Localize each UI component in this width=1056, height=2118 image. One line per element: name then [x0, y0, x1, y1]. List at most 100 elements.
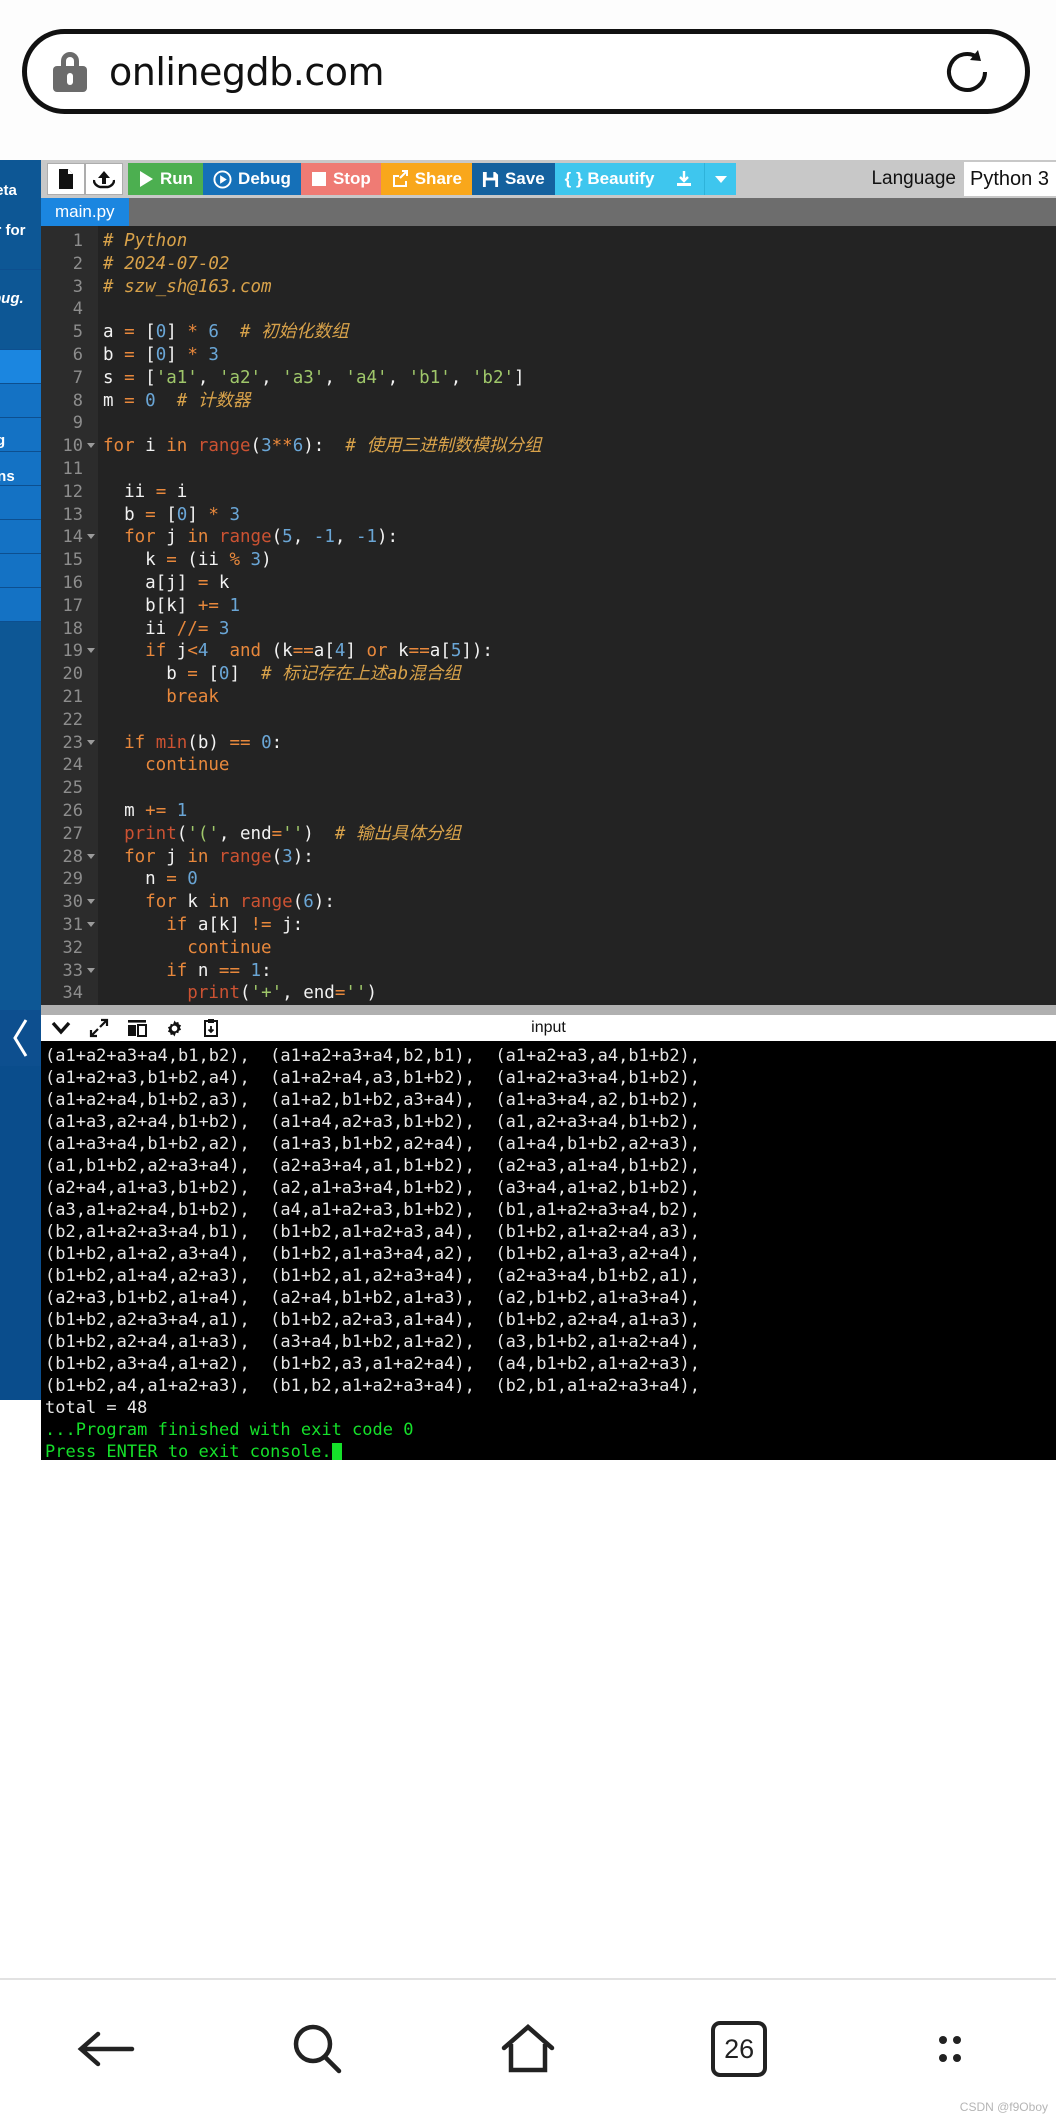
console-collapse-button[interactable]: [0, 1010, 41, 1066]
console-line: (b1+b2,a1+a4,a2+a3), (b1+b2,a1,a2+a3+a4)…: [45, 1266, 701, 1286]
code-text: if a[k] != j:: [166, 914, 304, 935]
rail-section-2[interactable]: [0, 270, 41, 350]
tab-switcher-button[interactable]: 26: [684, 2004, 794, 2094]
code-line[interactable]: 26 m += 1: [41, 800, 1056, 823]
rail-section-10[interactable]: [0, 588, 41, 622]
fold-toggle-icon[interactable]: [87, 967, 95, 973]
upload-file-button[interactable]: [85, 163, 123, 195]
console-output[interactable]: (a1+a2+a3+a4,b1,b2), (a1+a2+a3+a4,b2,b1)…: [41, 1041, 1056, 1460]
line-number: 34: [62, 983, 83, 1004]
console-line: (b1+b2,a3+a4,a1+a2), (b1+b2,a3,a1+a2+a4)…: [45, 1354, 701, 1374]
share-button[interactable]: Share: [380, 163, 472, 195]
code-line[interactable]: 10 for i in range(3**6): # 使用三进制数模拟分组: [41, 435, 1056, 458]
rail-section-11[interactable]: [0, 622, 41, 1042]
save-button[interactable]: Save: [471, 163, 555, 195]
rail-label-debugger-for: ger for: [0, 222, 26, 239]
code-line[interactable]: 3 # szw_sh@163.com: [41, 276, 1056, 299]
code-line[interactable]: 33 if n == 1:: [41, 960, 1056, 983]
menu-button[interactable]: [895, 2004, 1005, 2094]
rail-section-3[interactable]: [0, 350, 41, 384]
fold-toggle-icon[interactable]: [87, 534, 95, 540]
stop-button[interactable]: Stop: [300, 163, 381, 195]
code-line[interactable]: 15 k = (ii % 3): [41, 549, 1056, 572]
address-bar[interactable]: onlinegdb.com: [22, 29, 1030, 114]
code-line[interactable]: 1 # Python: [41, 230, 1056, 253]
code-text: print('(', end='') # 输出具体分组: [124, 823, 461, 844]
code-line[interactable]: 27 print('(', end='') # 输出具体分组: [41, 823, 1056, 846]
back-button[interactable]: [51, 2004, 161, 2094]
android-navbar: 26: [0, 1980, 1056, 2118]
console-finished-line: ...Program finished with exit code 0: [45, 1420, 414, 1440]
fold-toggle-icon[interactable]: [87, 899, 95, 905]
console-line: (b1+b2,a2+a3+a4,a1), (b1+b2,a2+a3,a1+a4)…: [45, 1310, 701, 1330]
home-button[interactable]: [473, 2004, 583, 2094]
code-editor[interactable]: 1 # Python 2 # 2024-07-02 3 # szw_sh@163.com 4…: [41, 226, 1056, 1005]
rail-section-4[interactable]: [0, 384, 41, 418]
code-text: for i in range(3**6): # 使用三进制数模拟分组: [103, 436, 542, 457]
code-line[interactable]: 34 print('+', end=''): [41, 982, 1056, 1005]
fold-toggle-icon[interactable]: [87, 648, 95, 654]
code-line[interactable]: 20 b = [0] # 标记存在上述ab混合组: [41, 663, 1056, 686]
upload-icon: [93, 171, 115, 189]
code-line[interactable]: 19 if j<4 and (k==a[4] or k==a[5]):: [41, 640, 1056, 663]
code-line[interactable]: 21 break: [41, 686, 1056, 709]
save-label: Save: [504, 169, 545, 188]
rail-section-9[interactable]: [0, 554, 41, 588]
search-icon: [293, 2024, 342, 2074]
code-line[interactable]: 11: [41, 458, 1056, 481]
console-line: (b1+b2,a2+a4,a1+a3), (a3+a4,b1+b2,a1+a2)…: [45, 1332, 701, 1352]
rail-section-8[interactable]: [0, 520, 41, 554]
new-file-button[interactable]: [47, 163, 85, 195]
code-line[interactable]: 4: [41, 298, 1056, 321]
watermark: CSDN @f9Oboy: [959, 2100, 1048, 2114]
code-line[interactable]: 2 # 2024-07-02: [41, 253, 1056, 276]
console-line: (a1+a3+a4,b1+b2,a2), (a1+a3,b1+b2,a2+a4)…: [45, 1134, 701, 1154]
code-line[interactable]: 32 continue: [41, 937, 1056, 960]
code-line[interactable]: 8 m = 0 # 计数器: [41, 390, 1056, 413]
search-button[interactable]: [262, 2004, 372, 2094]
code-line[interactable]: 18 ii //= 3: [41, 618, 1056, 641]
editor-tabbar: main.py: [41, 198, 1056, 226]
code-line[interactable]: 22: [41, 709, 1056, 732]
code-line[interactable]: 29 n = 0: [41, 868, 1056, 891]
rail-section-5[interactable]: [0, 418, 41, 452]
fold-toggle-icon[interactable]: [87, 853, 95, 859]
download-button[interactable]: [664, 163, 705, 195]
code-line[interactable]: 30 for k in range(6):: [41, 891, 1056, 914]
code-line[interactable]: 6 b = [0] * 3: [41, 344, 1056, 367]
code-line[interactable]: 28 for j in range(3):: [41, 846, 1056, 869]
code-line[interactable]: 24 continue: [41, 754, 1056, 777]
new-file-icon: [59, 169, 73, 189]
left-sidebar-rail[interactable]: beta ger for bug. g ons: [0, 160, 41, 1400]
fold-toggle-icon[interactable]: [87, 921, 95, 927]
code-line[interactable]: 25: [41, 777, 1056, 800]
line-number: 4: [72, 299, 83, 320]
code-line[interactable]: 12 ii = i: [41, 481, 1056, 504]
download-dropdown-button[interactable]: [704, 163, 737, 195]
code-line[interactable]: 13 b = [0] * 3: [41, 504, 1056, 527]
share-label: Share: [414, 169, 462, 188]
fold-toggle-icon[interactable]: [87, 739, 95, 745]
console-line: (b2,a1+a2+a3+a4,b1), (b1+b2,a1+a2+a3,a4)…: [45, 1222, 701, 1242]
debug-icon: [213, 169, 232, 189]
beautify-button[interactable]: { } Beautify: [554, 163, 665, 195]
code-line[interactable]: 31 if a[k] != j:: [41, 914, 1056, 937]
code-line[interactable]: 16 a[j] = k: [41, 572, 1056, 595]
code-line[interactable]: 5 a = [0] * 6 # 初始化数组: [41, 321, 1056, 344]
rail-section-7[interactable]: [0, 486, 41, 520]
run-button[interactable]: Run: [128, 163, 204, 195]
code-text: for k in range(6):: [145, 892, 335, 913]
reload-icon[interactable]: [941, 46, 993, 98]
language-select[interactable]: Python 3: [964, 162, 1056, 196]
debug-button[interactable]: Debug: [203, 163, 301, 195]
code-line[interactable]: 17 b[k] += 1: [41, 595, 1056, 618]
tab-main-py[interactable]: main.py: [41, 198, 129, 226]
rail-section-1[interactable]: [0, 160, 41, 270]
code-line[interactable]: 23 if min(b) == 0:: [41, 732, 1056, 755]
code-line[interactable]: 9: [41, 412, 1056, 435]
line-number: 23: [62, 732, 83, 753]
fold-toggle-icon[interactable]: [87, 443, 95, 449]
code-line[interactable]: 14 for j in range(5, -1, -1):: [41, 526, 1056, 549]
code-line[interactable]: 7 s = ['a1', 'a2', 'a3', 'a4', 'b1', 'b2'…: [41, 367, 1056, 390]
console-resize-handle[interactable]: [41, 1005, 1056, 1015]
